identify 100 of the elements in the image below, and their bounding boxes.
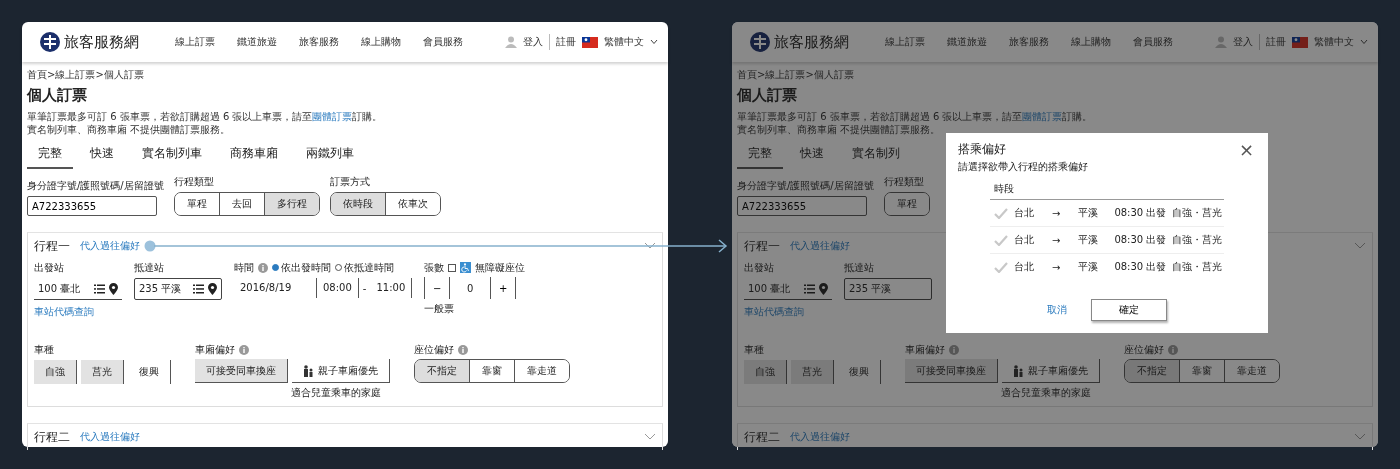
cancel-link[interactable]: 取消 (1047, 303, 1067, 317)
info-icon[interactable] (458, 344, 468, 355)
car-preference-option[interactable]: 可接受同車換座 (195, 359, 288, 383)
field-label: 抵達站 (844, 261, 875, 275)
preference-row[interactable]: 台北 → 平溪 08:30 出發 自強・莒光 (990, 200, 1224, 227)
info-icon[interactable] (949, 344, 959, 355)
time-mode-radio[interactable]: 依抵達時間 (335, 260, 394, 275)
notice-text: 實名制列車、商務車廂 不提供團體訂票服務。 (27, 123, 232, 136)
language-selector[interactable]: 繁體中文 (1314, 35, 1354, 49)
increment-button[interactable]: + (490, 277, 517, 299)
station-field[interactable]: 100 臺北 (34, 278, 122, 300)
field-label: 抵達站 (134, 261, 165, 275)
check-icon[interactable] (994, 207, 1008, 219)
nav-link[interactable]: 線上購物 (1071, 35, 1111, 49)
confirm-button[interactable]: 確定 (1091, 299, 1167, 321)
tab[interactable]: 完整 (27, 142, 73, 169)
location-pin-icon[interactable] (208, 283, 217, 295)
ticket-count[interactable]: 0 (450, 282, 491, 294)
train-type-option[interactable]: 自強 (34, 360, 77, 384)
info-icon[interactable] (258, 262, 268, 273)
tab[interactable]: 快速 (79, 142, 125, 169)
trip-title: 行程二 (744, 428, 780, 446)
field-label: 身分證字號/護照號碼/居留證號 (737, 179, 874, 193)
segment-option[interactable]: 多行程 (264, 193, 319, 215)
table-cell: 08:30 出發 (1114, 233, 1167, 247)
car-preference-option[interactable]: 親子車廂優先 (1002, 359, 1100, 383)
date-field[interactable]: 2016/8/19 (234, 278, 317, 298)
apply-preference-link[interactable]: 代入過往偏好 (80, 430, 140, 444)
tab[interactable]: 完整 (737, 142, 783, 169)
id-number-field[interactable]: A722333655 (737, 196, 867, 216)
nav-link[interactable]: 鐵道旅遊 (947, 35, 987, 49)
table-cell: 自強・莒光 (1172, 233, 1223, 247)
train-type-option[interactable]: 莒光 (81, 360, 124, 384)
language-selector[interactable]: 繁體中文 (604, 35, 644, 49)
tab[interactable]: 實名制列車 (131, 142, 213, 169)
segment-option[interactable]: 依時段 (330, 193, 386, 215)
train-type-option[interactable]: 自強 (744, 360, 787, 384)
segment-option[interactable]: 單程 (174, 193, 220, 215)
tab[interactable]: 商務車廂 (219, 142, 289, 169)
nav-link[interactable]: 會員服務 (1133, 35, 1173, 49)
tab[interactable]: 快速 (789, 142, 835, 169)
trip-title: 行程一 (34, 237, 70, 255)
login-link[interactable]: 登入 (1233, 35, 1253, 49)
login-link[interactable]: 登入 (523, 35, 543, 49)
end-time-field[interactable]: 11:00 (370, 278, 413, 298)
nav-link[interactable]: 線上購物 (361, 35, 401, 49)
check-icon[interactable] (994, 261, 1008, 273)
check-icon[interactable] (994, 234, 1008, 246)
car-preference-option[interactable]: 可接受同車換座 (905, 359, 998, 383)
nav-link[interactable]: 線上訂票 (885, 35, 925, 49)
page-title: 個人訂票 (737, 86, 798, 105)
time-mode-radio[interactable]: 依出發時間 (272, 260, 331, 275)
flag-icon (1292, 36, 1308, 48)
station-code-link[interactable]: 車站代碼查詢 (34, 305, 122, 319)
segment-option[interactable]: 單程 (884, 193, 929, 215)
chevron-down-icon[interactable] (1354, 433, 1366, 441)
seat-preference-option[interactable]: 不指定 (1125, 360, 1180, 382)
trip-title: 行程二 (34, 428, 70, 446)
chevron-down-icon[interactable] (644, 433, 656, 441)
list-icon[interactable] (94, 283, 105, 294)
list-icon[interactable] (193, 284, 204, 294)
car-preference-option[interactable]: 親子車廂優先 (292, 359, 390, 383)
preference-row[interactable]: 台北 → 平溪 08:30 出發 自強・莒光 (990, 254, 1224, 280)
info-icon[interactable] (1168, 344, 1178, 355)
chevron-down-icon (650, 39, 658, 45)
table-cell: 平溪 (1078, 206, 1099, 220)
close-button[interactable]: × (1236, 141, 1256, 158)
table-cell: 自強・莒光 (1172, 206, 1223, 220)
info-icon[interactable] (239, 344, 249, 355)
location-pin-icon[interactable] (109, 282, 118, 295)
chevron-down-icon[interactable] (644, 242, 656, 250)
seat-preference-option[interactable]: 不指定 (415, 360, 470, 382)
chevron-down-icon[interactable] (1354, 242, 1366, 250)
group-booking-link[interactable]: 團體訂票 (312, 111, 353, 122)
checkbox[interactable] (448, 263, 457, 272)
nav-link[interactable]: 鐵道旅遊 (237, 35, 277, 49)
trip-title: 行程一 (744, 237, 780, 255)
nav-link[interactable]: 旅客服務 (299, 35, 339, 49)
nav-link[interactable]: 線上訂票 (175, 35, 215, 49)
site-name[interactable]: 旅客服務網 (774, 32, 849, 52)
register-link[interactable]: 註冊 (1266, 35, 1286, 49)
site-name[interactable]: 旅客服務網 (64, 32, 139, 52)
start-time-field[interactable]: 08:00 (317, 278, 359, 298)
field-label: 行程類型 (883, 175, 925, 189)
table-cell: 台北 (1014, 233, 1034, 247)
table-cell: 平溪 (1078, 233, 1099, 247)
field-label: 車廂偏好 (195, 342, 235, 357)
tab[interactable]: 兩鐵列車 (295, 142, 365, 169)
id-number-field[interactable]: A722333655 (27, 196, 157, 216)
train-type-option[interactable]: 莒光 (791, 360, 834, 384)
tab[interactable]: 實名制列 (841, 142, 911, 169)
preference-row[interactable]: 台北 → 平溪 08:30 出發 自強・莒光 (990, 227, 1224, 254)
register-link[interactable]: 註冊 (556, 35, 576, 49)
field-label: 座位偏好 (414, 342, 454, 357)
nav-link[interactable]: 旅客服務 (1009, 35, 1049, 49)
station-field[interactable]: 235 平溪 (134, 278, 222, 300)
decrement-button[interactable]: − (424, 277, 451, 299)
station-field[interactable]: 235 平溪 (844, 278, 932, 300)
apply-preference-link[interactable]: 代入過往偏好 (80, 239, 140, 253)
nav-link[interactable]: 會員服務 (423, 35, 463, 49)
